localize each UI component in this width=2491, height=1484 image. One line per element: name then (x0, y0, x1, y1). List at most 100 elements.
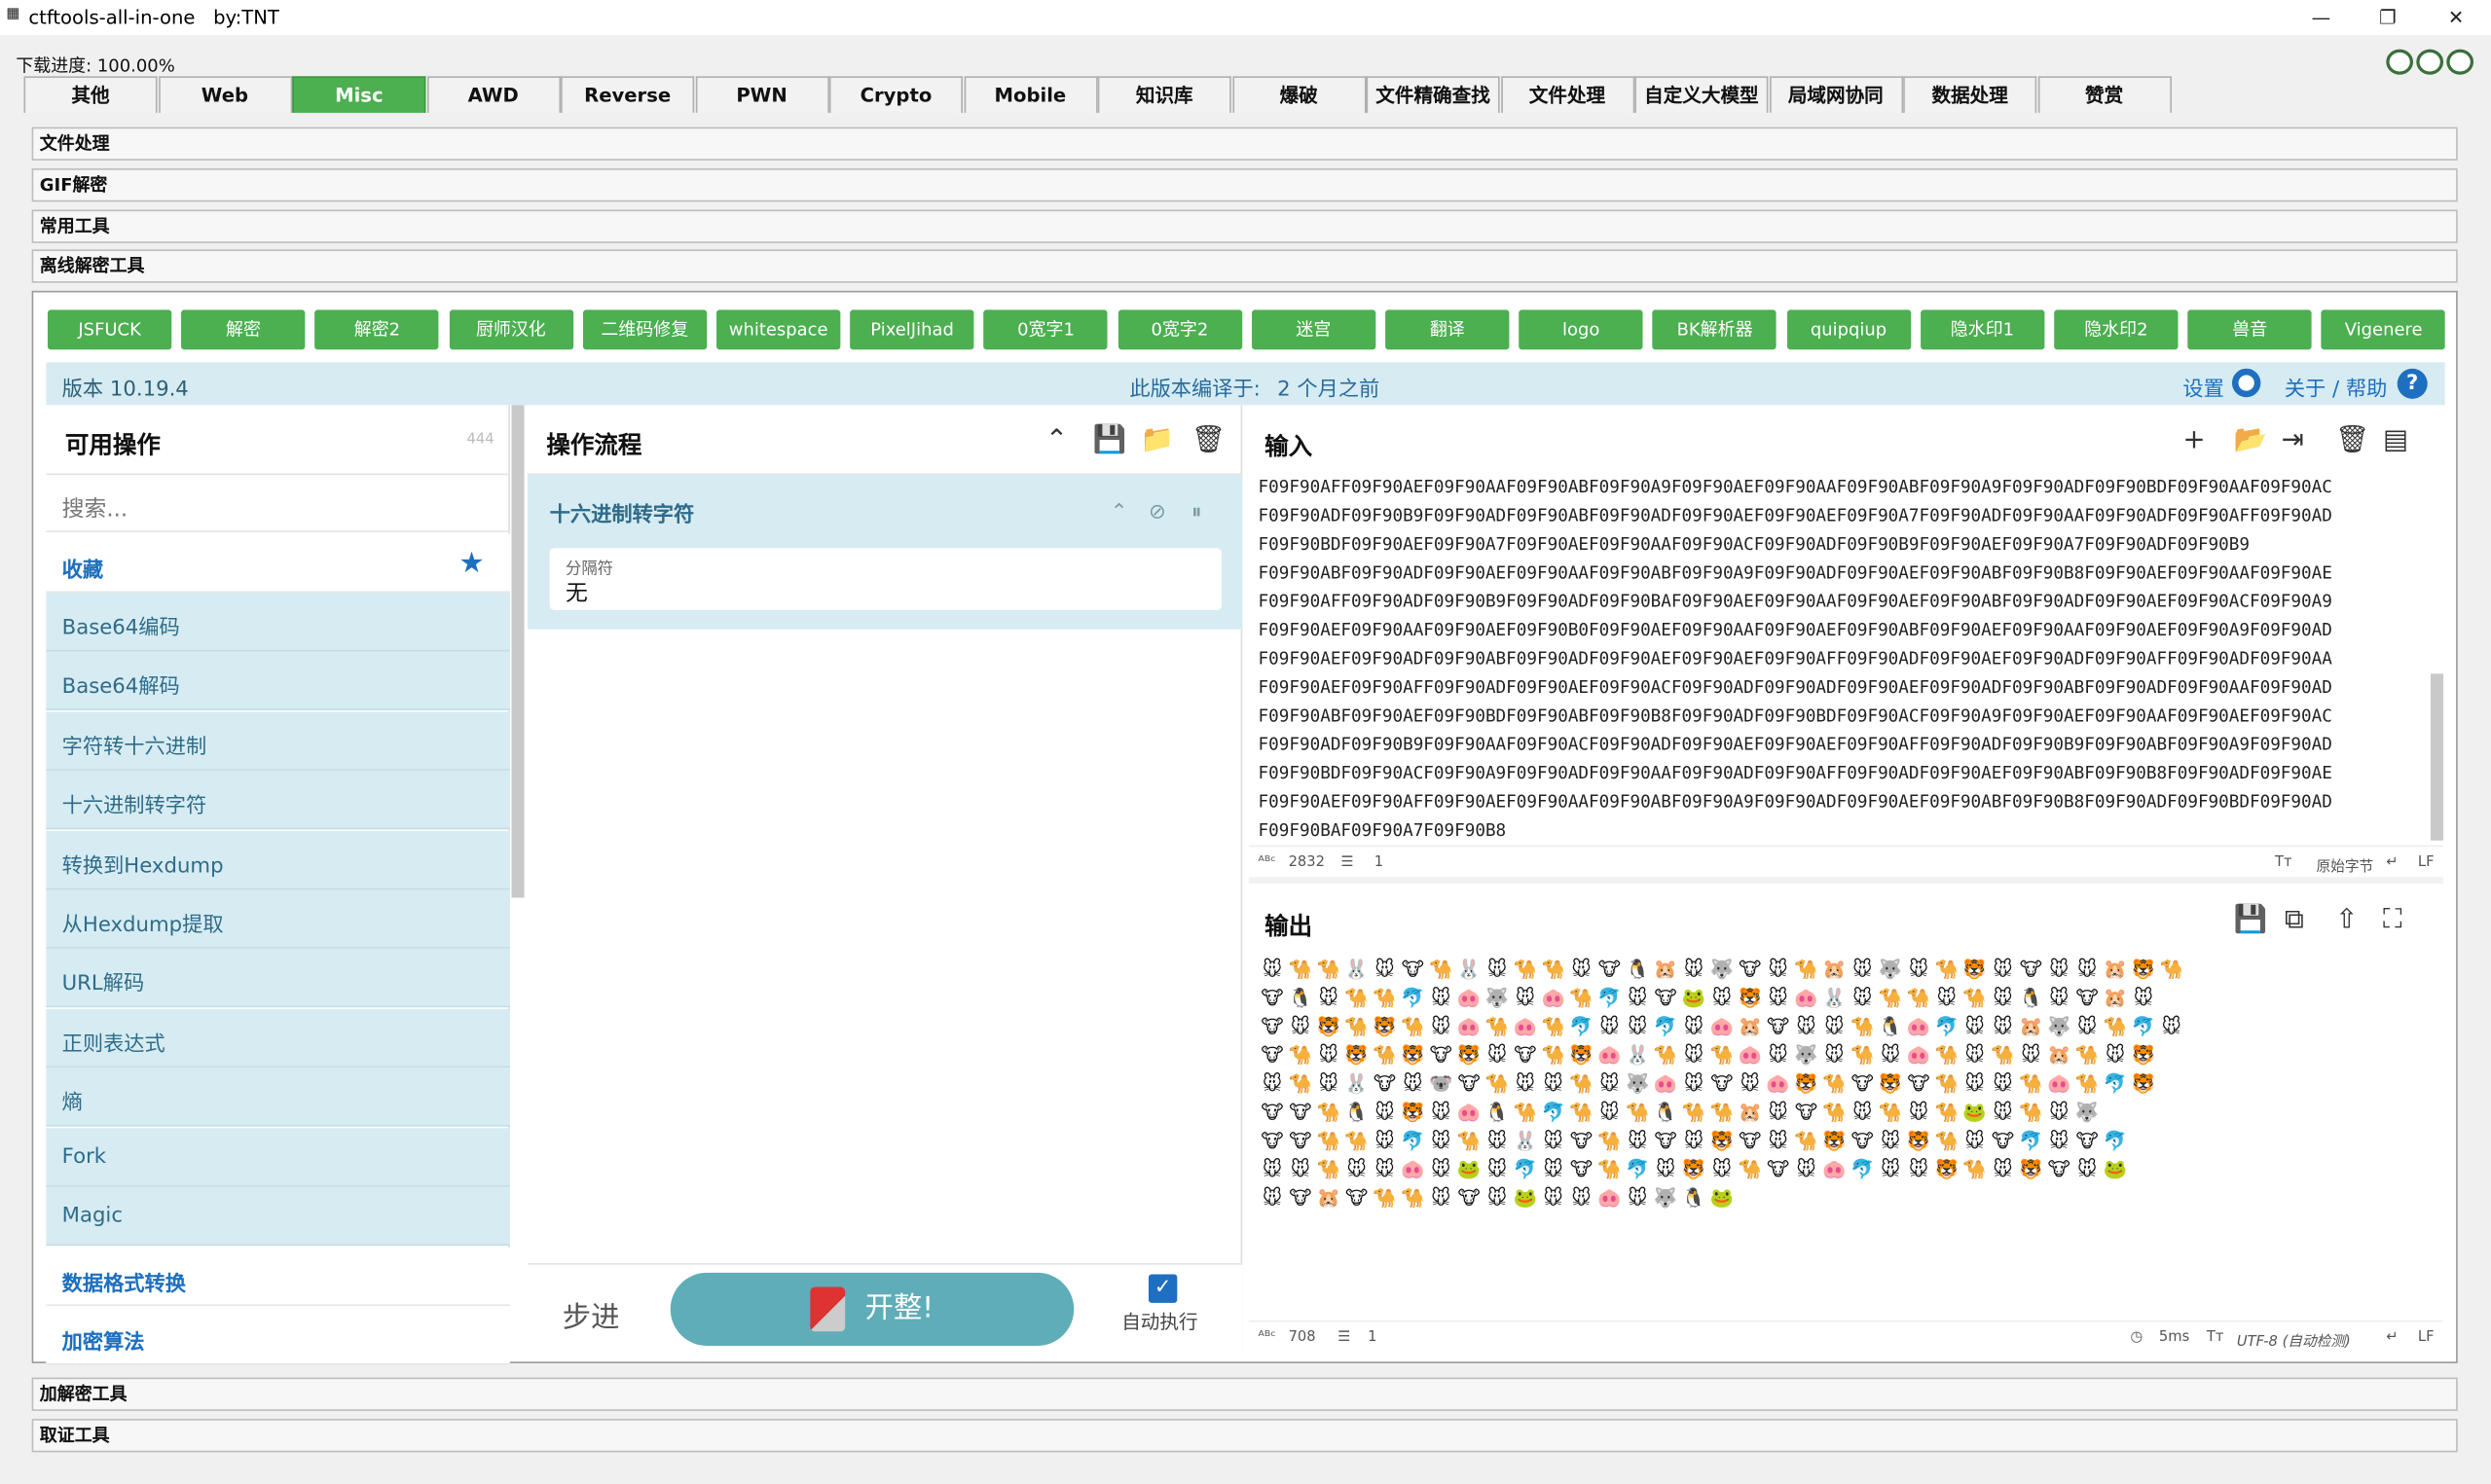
tool-button-16[interactable]: 兽音 (2187, 309, 2312, 350)
step-button[interactable]: 步进 (563, 1295, 620, 1336)
tool-button-13[interactable]: quipqiup (1786, 309, 1911, 350)
animal-emoji: 🐬 (1626, 1158, 1650, 1181)
tab-3[interactable]: AWD (426, 76, 561, 113)
tool-button-10[interactable]: 翻译 (1385, 309, 1510, 350)
tool-button-17[interactable]: Vigenere (2322, 309, 2446, 350)
tool-button-14[interactable]: 隐水印1 (1920, 309, 2045, 350)
operations-scrollbar[interactable] (511, 405, 525, 898)
tab-15[interactable]: 赞赏 (2037, 76, 2172, 113)
section-header-1[interactable]: GIF解密 (31, 168, 2458, 202)
tool-button-5[interactable]: whitespace (716, 309, 841, 350)
input-scrollbar[interactable] (2430, 673, 2444, 841)
output-eol[interactable]: LF (2418, 1330, 2435, 1346)
section-header-2[interactable]: 常用工具 (31, 209, 2458, 243)
tool-button-6[interactable]: PixelJihad (850, 309, 974, 350)
output-area[interactable]: 🐭 🐪 🐪 🐰 🐭 🐮 🐪 🐰 🐭 🐪 🐪 🐭 🐮 🐧 🐹 🐭 🐺 🐮 🐭 🐪 🐹 🐭 🐺 🐭 🐪 🐯 🐭 🐮 🐭 🐭 🐹 🐯 🐪 🐮 🐧 🐭 🐪 🐪 🐬 🐭… (1259, 955, 2437, 1216)
tab-2[interactable]: Misc (292, 76, 426, 113)
operation-item[interactable]: 十六进制转字符 (46, 771, 510, 830)
pause-icon[interactable]: ⏸ (1191, 500, 1202, 524)
import-icon[interactable]: ⇥ (2282, 426, 2304, 454)
operation-item[interactable]: Magic (46, 1186, 510, 1247)
maximize-button[interactable]: ❐ (2363, 3, 2411, 31)
operation-item[interactable]: 熵 (46, 1068, 510, 1127)
gear-icon[interactable] (2231, 368, 2261, 398)
operation-category[interactable]: 加密算法 (46, 1306, 510, 1366)
tab-11[interactable]: 文件处理 (1500, 76, 1634, 113)
raw-bytes-label[interactable]: 原始字节 (2316, 854, 2373, 875)
input-textarea[interactable]: F09F90AFF09F90AEF09F90AAF09F90ABF09F90A9… (1259, 474, 2427, 844)
tool-button-3[interactable]: 厨师汉化 (449, 309, 573, 350)
animal-emoji: 🐯 (2019, 1158, 2043, 1181)
operation-search-input[interactable]: 搜索... (46, 475, 510, 532)
minimize-button[interactable]: — (2297, 3, 2345, 31)
replace-input-icon[interactable]: ⇧ (2335, 906, 2358, 934)
animal-emoji: 🐸 (1962, 1101, 1987, 1124)
tab-9[interactable]: 爆破 (1231, 76, 1366, 113)
trash-icon[interactable]: 🗑 (2335, 426, 2369, 454)
operation-item[interactable]: 从Hexdump提取 (46, 889, 510, 949)
animal-emoji: 🐪 (1709, 1101, 1735, 1124)
add-icon[interactable]: + (2182, 426, 2205, 454)
operation-item[interactable]: Base64编码 (46, 593, 510, 652)
input-eol[interactable]: LF (2418, 854, 2435, 870)
save-icon[interactable]: 💾 (1093, 426, 1127, 454)
tab-10[interactable]: 文件精确查找 (1366, 76, 1500, 113)
disable-icon[interactable]: ⊘ (1149, 500, 1166, 524)
tool-button-11[interactable]: logo (1519, 309, 1643, 350)
tool-button-1[interactable]: 解密 (181, 309, 306, 350)
io-divider[interactable] (1248, 877, 2444, 884)
operation-item[interactable]: URL解码 (46, 949, 510, 1008)
operation-category[interactable]: 数据格式转换 (46, 1247, 510, 1307)
tool-button-15[interactable]: 隐水印2 (2054, 309, 2179, 350)
section-header-bottom-1[interactable]: 取证工具 (31, 1419, 2458, 1453)
copy-icon[interactable]: ⧉ (2285, 906, 2304, 934)
close-button[interactable]: ✕ (2433, 3, 2480, 31)
operation-item[interactable]: 字符转十六进制 (46, 711, 510, 771)
tool-button-2[interactable]: 解密2 (314, 309, 440, 350)
chevron-up-icon[interactable]: ⌃ (1045, 426, 1068, 454)
operation-item[interactable]: Base64解码 (46, 652, 510, 711)
section-header-bottom-0[interactable]: 加解密工具 (31, 1377, 2458, 1411)
tab-1[interactable]: Web (158, 76, 292, 113)
tab-5[interactable]: PWN (695, 76, 829, 113)
tool-button-12[interactable]: BK解析器 (1652, 309, 1777, 350)
animal-emoji: 🐭 (1683, 1015, 1704, 1038)
operation-item[interactable]: 正则表达式 (46, 1008, 510, 1068)
tab-7[interactable]: Mobile (963, 76, 1097, 113)
tool-button-0[interactable]: JSFUCK (47, 309, 172, 350)
animal-emoji: 🐭 (1824, 1043, 1845, 1067)
operation-item[interactable]: Fork (46, 1127, 510, 1187)
tool-button-8[interactable]: 0宽字2 (1117, 309, 1242, 350)
folder-icon[interactable]: 📂 (2234, 426, 2268, 454)
trash-icon[interactable]: 🗑 (1191, 426, 1226, 454)
auto-bake-checkbox[interactable]: ✓ (1148, 1274, 1178, 1303)
tab-8[interactable]: 知识库 (1097, 76, 1231, 113)
delimiter-field[interactable]: 分隔符 无 (549, 548, 1223, 610)
folder-icon[interactable]: 📁 (1141, 426, 1175, 454)
help-icon[interactable]: ? (2397, 368, 2428, 399)
section-header-0[interactable]: 文件处理 (31, 127, 2458, 161)
tab-14[interactable]: 数据处理 (1903, 76, 2037, 113)
favorites-category[interactable]: 收藏 ★ (46, 533, 510, 594)
tab-6[interactable]: Crypto (828, 76, 964, 113)
tab-4[interactable]: Reverse (561, 76, 695, 113)
chevron-up-icon[interactable]: ⌃ (1111, 500, 1128, 524)
animal-emoji: 🐯 (1456, 1043, 1482, 1067)
tab-0[interactable]: 其他 (23, 76, 158, 113)
tab-12[interactable]: 自定义大模型 (1634, 76, 1769, 113)
tool-button-9[interactable]: 迷宫 (1251, 309, 1375, 350)
bake-button[interactable]: 开整! (670, 1272, 1075, 1346)
output-encoding[interactable]: UTF-8 (自动检测) (2237, 1330, 2351, 1351)
layout-icon[interactable]: ▤ (2383, 426, 2408, 454)
tool-button-4[interactable]: 二维码修复 (582, 309, 707, 350)
tab-13[interactable]: 局域网协同 (1769, 76, 1903, 113)
save-icon[interactable]: 💾 (2234, 906, 2268, 934)
settings-link[interactable]: 设置 (2182, 372, 2223, 402)
animal-emoji: 🐯 (1316, 1015, 1340, 1038)
tool-button-7[interactable]: 0宽字1 (983, 309, 1109, 350)
animal-emoji: 🐪 (1316, 1101, 1340, 1124)
section-header-3[interactable]: 离线解密工具 (31, 249, 2458, 283)
maximize-icon[interactable]: ⛶ (2383, 906, 2401, 934)
operation-item[interactable]: 转换到Hexdump (46, 830, 510, 889)
about-link[interactable]: 关于 / 帮助 (2285, 372, 2388, 402)
